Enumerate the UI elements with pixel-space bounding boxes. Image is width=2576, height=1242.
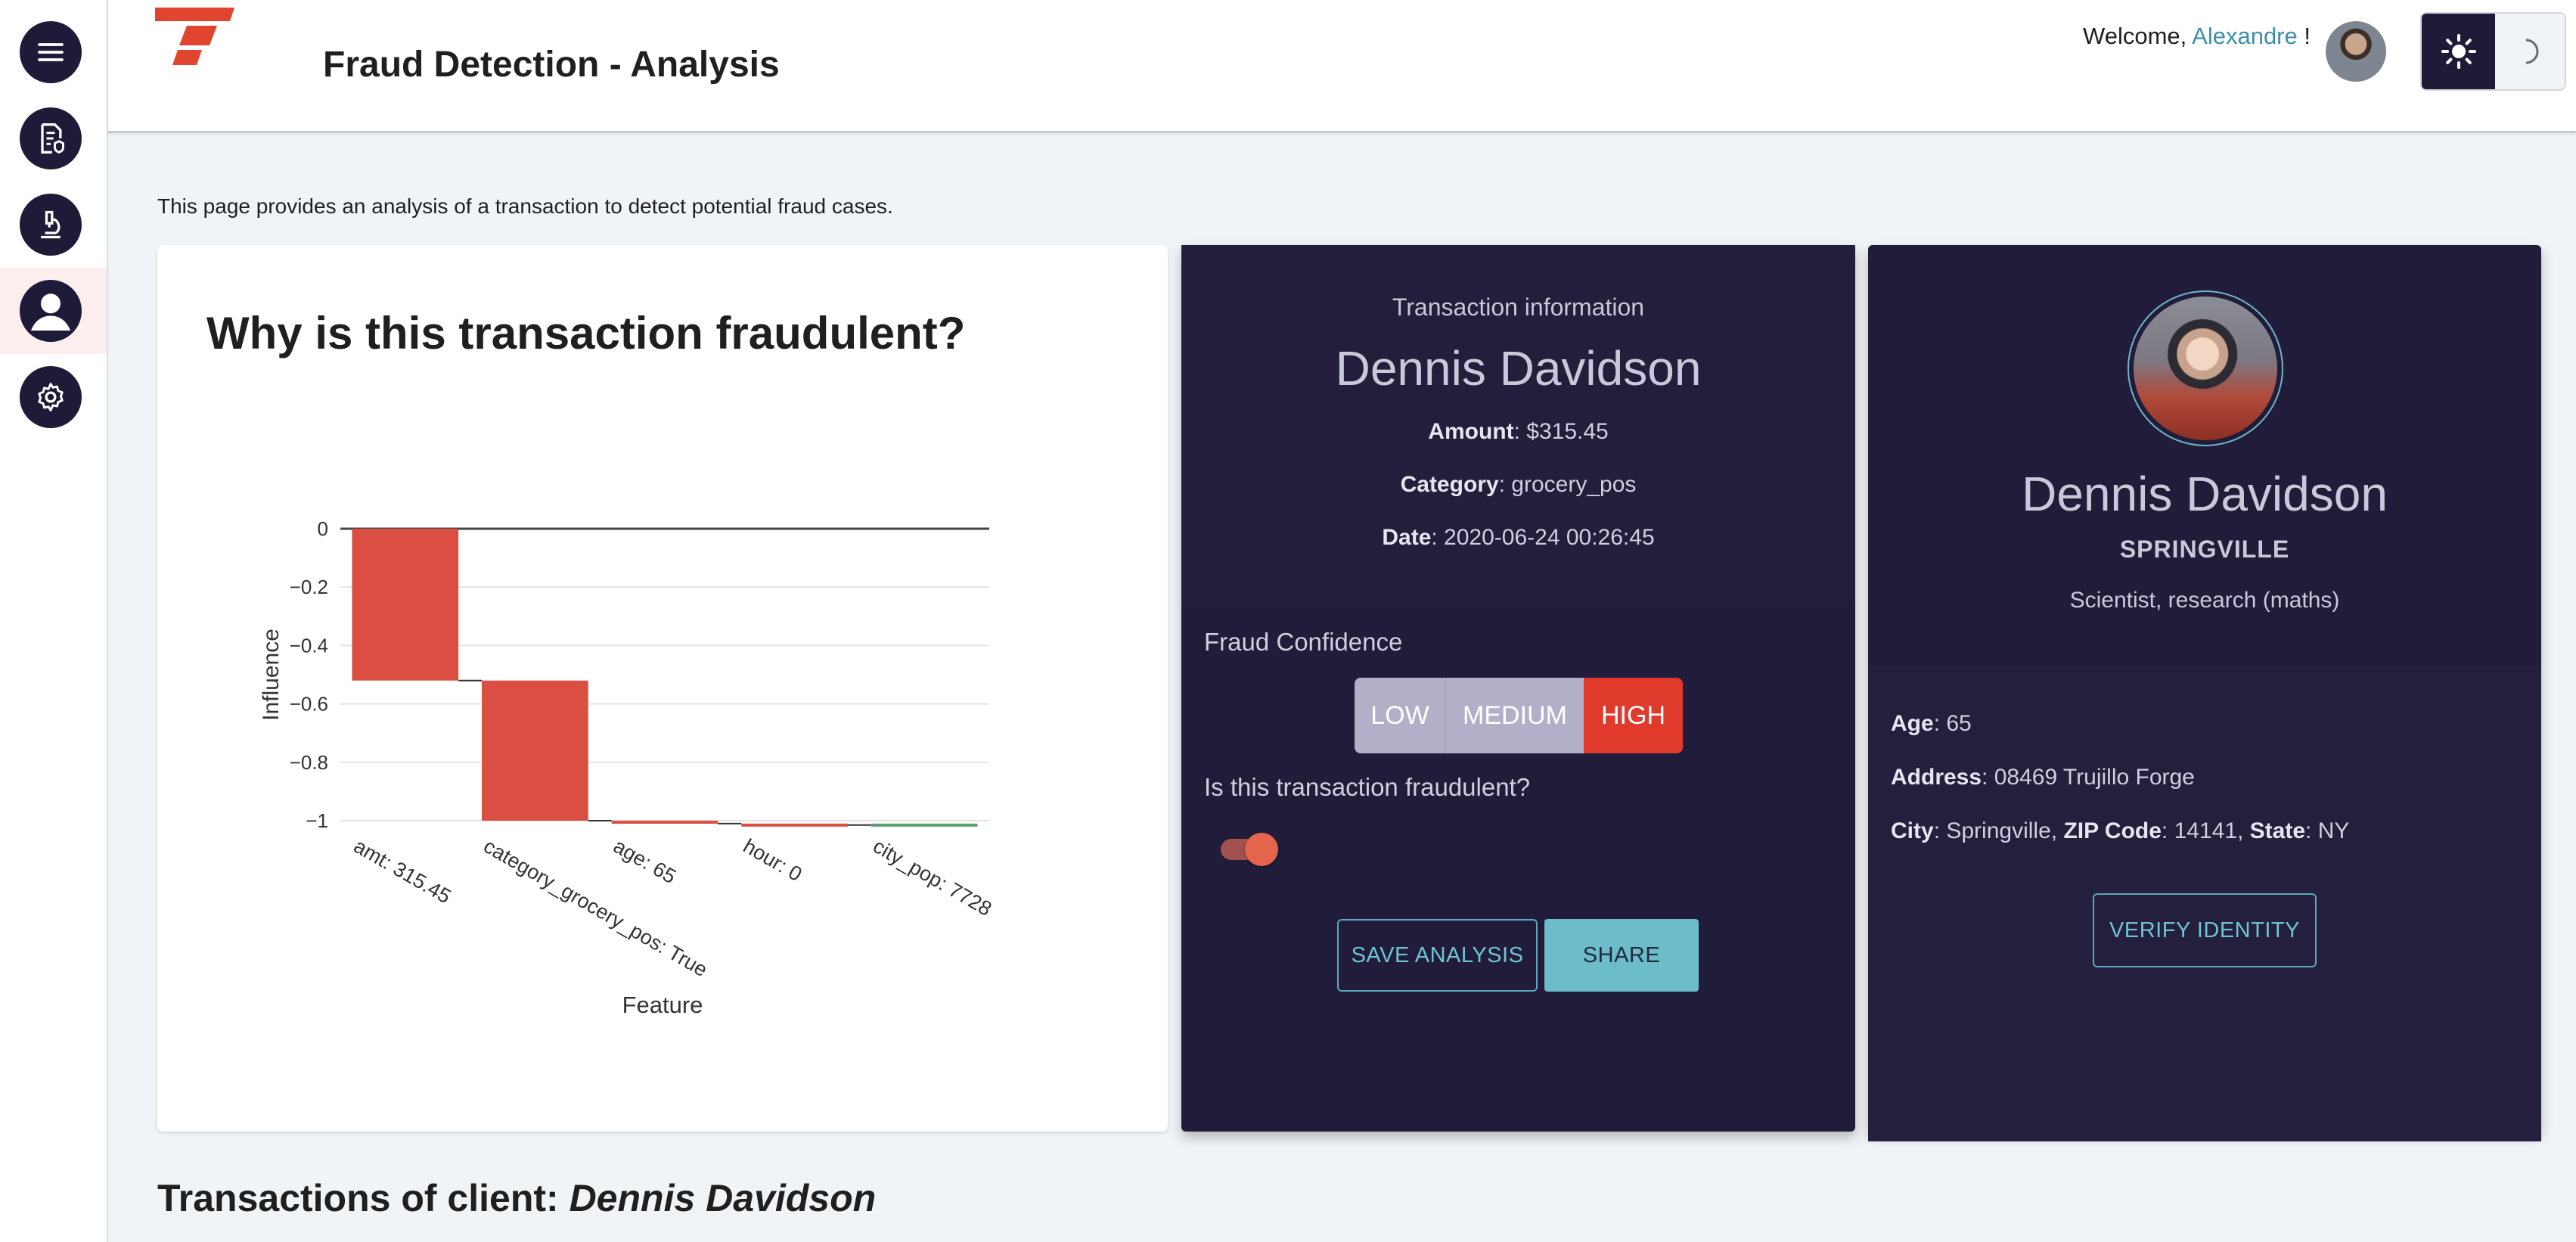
user-name-link[interactable]: Alexandre — [2192, 23, 2298, 49]
client-job: Scientist, research (maths) — [2069, 588, 2340, 613]
sidebar — [0, 0, 108, 1242]
category-value: : grocery_pos — [1498, 472, 1637, 497]
transaction-category: Category: grocery_pos — [1181, 472, 1855, 498]
confidence-medium-button[interactable]: MEDIUM — [1446, 678, 1584, 753]
client-photo-frame — [2128, 290, 2283, 446]
x-tick-label: amt: 315.45 — [350, 834, 455, 908]
y-tick-label: −1 — [306, 809, 328, 832]
waterfall-chart: 0 −0.2 −0.4 −0.6 −0.8 −1 Influence Feature amt: … — [259, 517, 995, 1018]
transactions-title-prefix: Transactions of client: — [157, 1177, 570, 1219]
fraud-toggle[interactable] — [1221, 833, 1278, 866]
state-value: : NY — [2305, 818, 2350, 843]
save-analysis-button[interactable]: SAVE ANALYSIS — [1337, 919, 1538, 992]
y-tick-label: 0 — [318, 517, 328, 540]
city-label: City — [1891, 818, 1934, 843]
share-button[interactable]: SHARE — [1544, 919, 1699, 992]
fraud-toggle-knob — [1245, 833, 1278, 866]
menu-icon — [38, 43, 64, 61]
y-tick-label: −0.6 — [290, 693, 328, 716]
zip-value: : 14141, — [2161, 818, 2250, 843]
transactions-client-name: Dennis Davidson — [569, 1177, 877, 1219]
explanation-chart-card: Why is this transaction fraudulent? 0 −0.… — [157, 245, 1168, 1132]
y-tick-label: −0.4 — [290, 634, 328, 657]
sun-icon — [2441, 34, 2476, 69]
sidebar-item-settings[interactable] — [20, 366, 82, 428]
client-location: City: Springville, ZIP Code: 14141, Stat… — [1891, 818, 2349, 844]
x-tick-label: category_grocery_pos: True — [480, 834, 711, 981]
welcome-suffix: ! — [2297, 23, 2311, 49]
transactions-section-title: Transactions of client: Dennis Davidson — [157, 1176, 876, 1220]
page-title: Fraud Detection - Analysis — [323, 45, 780, 85]
client-city: SPRINGVILLE — [2119, 536, 2290, 563]
verify-identity-button[interactable]: VERIFY IDENTITY — [2093, 893, 2317, 967]
transaction-heading: Transaction information — [1392, 293, 1645, 321]
amount-value: : $315.45 — [1513, 419, 1609, 444]
address-value: : 08469 Trujillo Forge — [1982, 765, 2195, 790]
waterfall-bar — [352, 529, 459, 681]
welcome-text: Welcome, Alexandre ! — [2083, 23, 2311, 50]
sidebar-item-clients[interactable] — [20, 280, 82, 342]
waterfall-bar — [871, 823, 978, 827]
report-icon — [41, 123, 64, 154]
client-photo — [2134, 297, 2277, 440]
client-card: Dennis Davidson SPRINGVILLE Scientist, r… — [1868, 245, 2541, 1141]
x-axis-title: Feature — [622, 992, 703, 1018]
age-label: Age — [1891, 711, 1934, 736]
light-mode-button[interactable] — [2422, 14, 2495, 89]
gear-icon — [38, 383, 64, 411]
date-label: Date — [1382, 525, 1432, 550]
category-label: Category — [1400, 472, 1499, 497]
age-value: : 65 — [1933, 711, 1972, 736]
date-value: : 2020-06-24 00:26:45 — [1431, 525, 1655, 550]
sidebar-menu-button[interactable] — [20, 21, 82, 83]
moon-icon — [2525, 39, 2539, 64]
zip-label: ZIP Code — [2063, 818, 2162, 843]
page-description: This page provides an analysis of a tran… — [157, 194, 893, 218]
confidence-high-button[interactable]: HIGH — [1584, 678, 1683, 753]
address-label: Address — [1891, 765, 1982, 790]
y-axis-title: Influence — [259, 629, 284, 721]
waterfall-bar — [611, 821, 718, 824]
state-label: State — [2249, 818, 2306, 843]
transaction-date: Date: 2020-06-24 00:26:45 — [1181, 525, 1855, 551]
client-name: Dennis Davidson — [2022, 467, 2388, 521]
client-address: Address: 08469 Trujillo Forge — [1891, 765, 2195, 790]
dark-mode-button[interactable] — [2495, 14, 2565, 89]
city-value: : Springville, — [1933, 818, 2064, 843]
client-age: Age: 65 — [1891, 711, 1972, 737]
x-tick-label: hour: 0 — [740, 834, 806, 886]
waterfall-bar — [482, 680, 588, 821]
welcome-prefix: Welcome, — [2083, 23, 2193, 49]
transaction-client-name: Dennis Davidson — [1335, 341, 1702, 396]
x-tick-label: age: 65 — [610, 834, 680, 888]
app-logo — [155, 8, 234, 65]
microscope-icon — [41, 210, 61, 239]
y-tick-label: −0.8 — [290, 751, 328, 774]
user-avatar[interactable] — [2326, 21, 2386, 82]
confidence-low-button[interactable]: LOW — [1355, 678, 1446, 753]
sidebar-item-reports[interactable] — [20, 107, 82, 169]
amount-label: Amount — [1428, 419, 1514, 444]
y-tick-label: −0.2 — [290, 576, 328, 598]
waterfall-bar — [741, 823, 848, 827]
x-tick-label: city_pop: 7728 — [869, 834, 995, 921]
theme-toggle — [2420, 12, 2566, 91]
sidebar-item-analysis[interactable] — [20, 194, 82, 256]
transaction-amount: Amount: $315.45 — [1181, 419, 1855, 445]
fraud-confidence-label: Fraud Confidence — [1204, 628, 1403, 656]
person-icon — [31, 293, 70, 331]
fraud-question-label: Is this transaction fraudulent? — [1204, 773, 1531, 801]
